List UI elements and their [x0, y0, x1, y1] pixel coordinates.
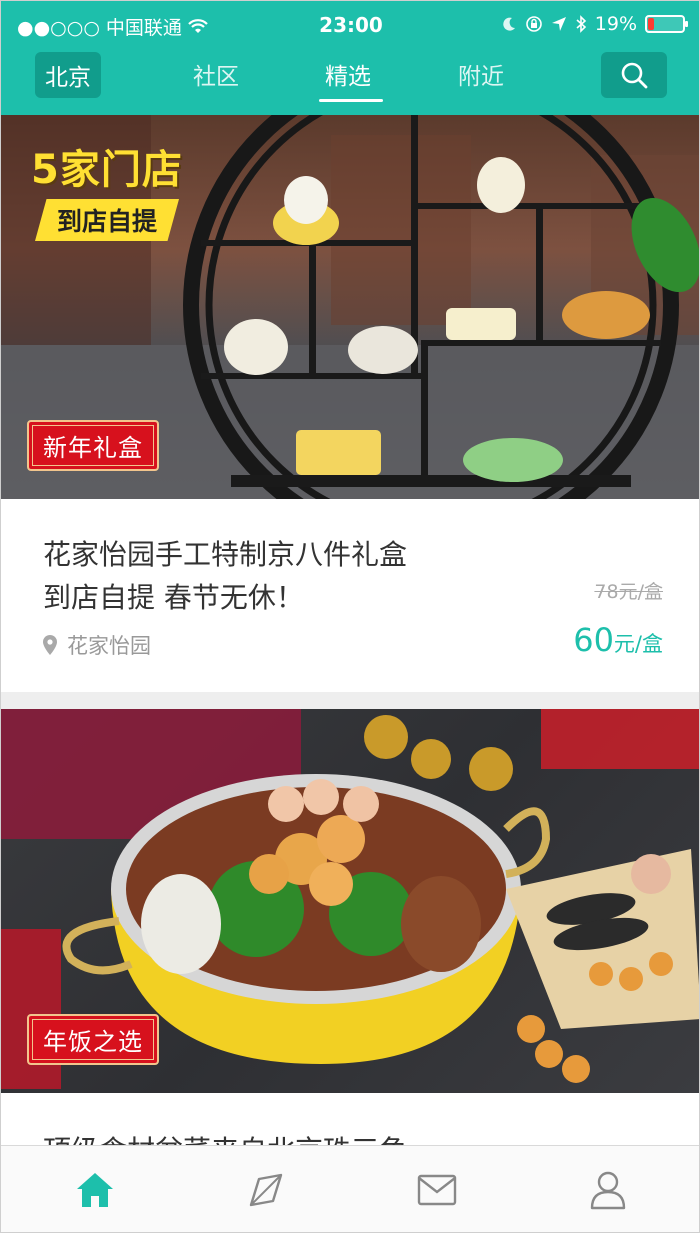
bluetooth-icon [576, 15, 586, 33]
store-location[interactable]: 花家怡园 [43, 630, 151, 660]
product-title: 花家怡园手工特制京八件礼盒 到店自提 春节无休！ [43, 533, 523, 619]
price-amount: 60 [573, 621, 614, 659]
battery-percent: 19% [594, 13, 637, 35]
tab-profile[interactable] [586, 1168, 630, 1212]
product-title-line1: 花家怡园手工特制京八件礼盒 [43, 538, 408, 571]
tab-featured[interactable]: 精选 [325, 57, 371, 91]
product-info[interactable]: 顶级食材盆菜来自北京珠三角 [1, 1093, 699, 1145]
product-title-line2: 到店自提 春节无休！ [43, 581, 304, 614]
feed-list[interactable]: 5家门店 到店自提 新年礼盒 花家怡园手工特制京八件礼盒 到店自提 春节无休！ … [1, 115, 699, 1145]
status-bar: ●●○○○ 中国联通 23:00 19% [1, 1, 699, 49]
active-tab-indicator [319, 99, 383, 102]
tab-nearby[interactable]: 附近 [458, 57, 504, 91]
battery-icon [645, 15, 688, 33]
location-pin-icon [43, 635, 57, 655]
tab-messages[interactable] [415, 1168, 459, 1212]
current-price: 60元/盒 [573, 621, 663, 659]
bottom-tab-bar [1, 1145, 699, 1232]
store-count-badge: 5家门店 到店自提 [31, 137, 183, 241]
status-right: 19% [501, 13, 688, 35]
battery-level [648, 18, 654, 30]
mail-icon [417, 1174, 457, 1206]
category-tag: 年饭之选 [27, 1014, 159, 1065]
product-card[interactable]: 5家门店 到店自提 新年礼盒 花家怡园手工特制京八件礼盒 到店自提 春节无休！ … [1, 115, 699, 692]
store-name: 花家怡园 [67, 634, 151, 658]
tab-community[interactable]: 社区 [193, 57, 239, 91]
product-info[interactable]: 花家怡园手工特制京八件礼盒 到店自提 春节无休！ 78元/盒 花家怡园 60元/… [1, 499, 699, 692]
product-title: 顶级食材盆菜来自北京珠三角 [43, 1129, 407, 1145]
user-icon [590, 1171, 626, 1210]
moon-icon [503, 17, 515, 31]
pickup-ribbon: 到店自提 [35, 199, 180, 241]
search-icon [621, 62, 648, 89]
tab-discover[interactable] [244, 1168, 288, 1212]
original-price: 78元/盒 [594, 581, 663, 603]
compass-icon [249, 1173, 283, 1207]
product-image[interactable]: 年饭之选 [1, 709, 699, 1093]
store-count-text: 5家门店 [31, 147, 183, 193]
top-nav: 北京 社区 精选 附近 [1, 49, 699, 115]
rotation-lock-icon [525, 16, 542, 32]
city-selector-button[interactable]: 北京 [35, 52, 101, 98]
tab-home[interactable] [73, 1168, 117, 1212]
price-unit: 元/盒 [613, 632, 663, 656]
location-arrow-icon [551, 17, 566, 31]
category-tag: 新年礼盒 [27, 420, 159, 471]
product-card[interactable]: 年饭之选 顶级食材盆菜来自北京珠三角 [1, 709, 699, 1145]
phone-screen: ●●○○○ 中国联通 23:00 19% 北京 社区 精选 附近 5家门店 到店… [0, 0, 700, 1233]
home-icon [77, 1173, 113, 1207]
search-button[interactable] [601, 52, 667, 98]
product-image[interactable]: 5家门店 到店自提 新年礼盒 [1, 115, 699, 499]
card-separator [1, 692, 699, 709]
